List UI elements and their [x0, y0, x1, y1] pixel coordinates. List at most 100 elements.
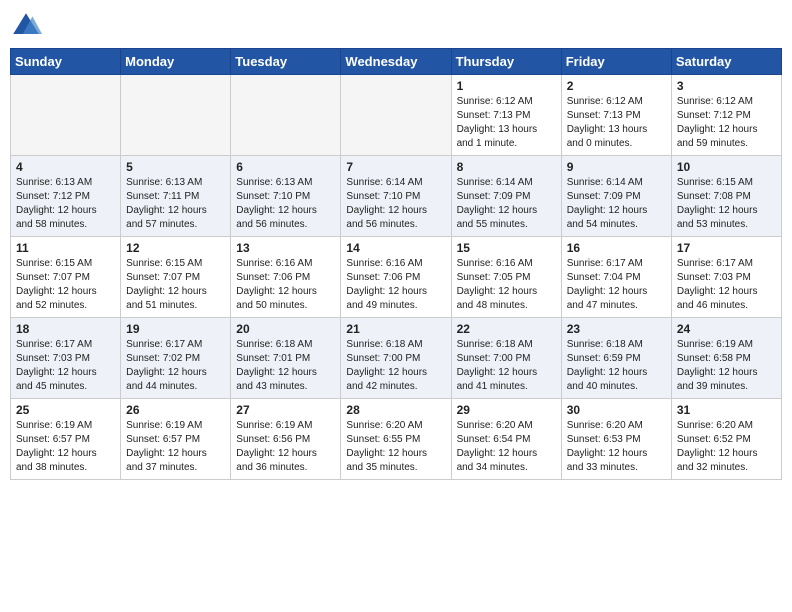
day-number: 8	[457, 160, 556, 174]
cell-content: Sunrise: 6:16 AM Sunset: 7:05 PM Dayligh…	[457, 257, 556, 313]
calendar-cell: 27 Sunrise: 6:19 AM Sunset: 6:56 PM Dayli…	[231, 399, 341, 480]
calendar-cell: 16 Sunrise: 6:17 AM Sunset: 7:04 PM Dayli…	[561, 237, 671, 318]
calendar-cell: 17 Sunrise: 6:17 AM Sunset: 7:03 PM Dayli…	[671, 237, 781, 318]
calendar-cell: 2 Sunrise: 6:12 AM Sunset: 7:13 PM Daylig…	[561, 75, 671, 156]
calendar-cell: 13 Sunrise: 6:16 AM Sunset: 7:06 PM Dayli…	[231, 237, 341, 318]
weekday-header-tuesday: Tuesday	[231, 49, 341, 75]
weekday-header-thursday: Thursday	[451, 49, 561, 75]
cell-content: Sunrise: 6:12 AM Sunset: 7:13 PM Dayligh…	[567, 95, 666, 151]
calendar-cell: 4Sunrise: 6:13 AM Sunset: 7:12 PM Daylig…	[11, 156, 121, 237]
calendar-cell: 10 Sunrise: 6:15 AM Sunset: 7:08 PM Dayli…	[671, 156, 781, 237]
cell-content: Sunrise: 6:18 AM Sunset: 7:00 PM Dayligh…	[346, 338, 445, 394]
calendar-week-2: 4Sunrise: 6:13 AM Sunset: 7:12 PM Daylig…	[11, 156, 782, 237]
calendar-cell: 11 Sunrise: 6:15 AM Sunset: 7:07 PM Dayli…	[11, 237, 121, 318]
calendar-cell: 9 Sunrise: 6:14 AM Sunset: 7:09 PM Daylig…	[561, 156, 671, 237]
cell-content: Sunrise: 6:20 AM Sunset: 6:54 PM Dayligh…	[457, 419, 556, 475]
day-number: 18	[16, 322, 115, 336]
cell-content: Sunrise: 6:19 AM Sunset: 6:57 PM Dayligh…	[16, 419, 115, 475]
cell-content: Sunrise: 6:16 AM Sunset: 7:06 PM Dayligh…	[236, 257, 335, 313]
day-number: 29	[457, 403, 556, 417]
calendar-cell: 25 Sunrise: 6:19 AM Sunset: 6:57 PM Dayli…	[11, 399, 121, 480]
day-number: 5	[126, 160, 225, 174]
calendar-table: SundayMondayTuesdayWednesdayThursdayFrid…	[10, 48, 782, 480]
calendar-cell	[231, 75, 341, 156]
cell-content: Sunrise: 6:20 AM Sunset: 6:55 PM Dayligh…	[346, 419, 445, 475]
day-number: 22	[457, 322, 556, 336]
cell-content: Sunrise: 6:17 AM Sunset: 7:02 PM Dayligh…	[126, 338, 225, 394]
calendar-cell: 12 Sunrise: 6:15 AM Sunset: 7:07 PM Dayli…	[121, 237, 231, 318]
logo	[10, 10, 46, 42]
cell-content: Sunrise: 6:17 AM Sunset: 7:04 PM Dayligh…	[567, 257, 666, 313]
calendar-cell: 15 Sunrise: 6:16 AM Sunset: 7:05 PM Dayli…	[451, 237, 561, 318]
weekday-header-row: SundayMondayTuesdayWednesdayThursdayFrid…	[11, 49, 782, 75]
day-number: 31	[677, 403, 776, 417]
cell-content: Sunrise: 6:20 AM Sunset: 6:53 PM Dayligh…	[567, 419, 666, 475]
cell-content: Sunrise: 6:15 AM Sunset: 7:08 PM Dayligh…	[677, 176, 776, 232]
cell-content: Sunrise: 6:18 AM Sunset: 6:59 PM Dayligh…	[567, 338, 666, 394]
calendar-week-1: 1 Sunrise: 6:12 AM Sunset: 7:13 PM Daylig…	[11, 75, 782, 156]
calendar-cell: 28 Sunrise: 6:20 AM Sunset: 6:55 PM Dayli…	[341, 399, 451, 480]
day-number: 4	[16, 160, 115, 174]
calendar-cell: 30 Sunrise: 6:20 AM Sunset: 6:53 PM Dayli…	[561, 399, 671, 480]
calendar-cell	[11, 75, 121, 156]
cell-content: Sunrise: 6:19 AM Sunset: 6:57 PM Dayligh…	[126, 419, 225, 475]
page-header	[10, 10, 782, 42]
calendar-cell: 22 Sunrise: 6:18 AM Sunset: 7:00 PM Dayli…	[451, 318, 561, 399]
day-number: 11	[16, 241, 115, 255]
calendar-cell: 26 Sunrise: 6:19 AM Sunset: 6:57 PM Dayli…	[121, 399, 231, 480]
calendar-cell: 8 Sunrise: 6:14 AM Sunset: 7:09 PM Daylig…	[451, 156, 561, 237]
calendar-cell: 31 Sunrise: 6:20 AM Sunset: 6:52 PM Dayli…	[671, 399, 781, 480]
calendar-cell: 5Sunrise: 6:13 AM Sunset: 7:11 PM Daylig…	[121, 156, 231, 237]
calendar-cell: 24Sunrise: 6:19 AM Sunset: 6:58 PM Dayli…	[671, 318, 781, 399]
cell-content: Sunrise: 6:20 AM Sunset: 6:52 PM Dayligh…	[677, 419, 776, 475]
day-number: 1	[457, 79, 556, 93]
day-number: 25	[16, 403, 115, 417]
day-number: 2	[567, 79, 666, 93]
calendar-cell	[121, 75, 231, 156]
calendar-week-3: 11 Sunrise: 6:15 AM Sunset: 7:07 PM Dayli…	[11, 237, 782, 318]
cell-content: Sunrise: 6:14 AM Sunset: 7:09 PM Dayligh…	[567, 176, 666, 232]
calendar-cell: 20Sunrise: 6:18 AM Sunset: 7:01 PM Dayli…	[231, 318, 341, 399]
cell-content: Sunrise: 6:15 AM Sunset: 7:07 PM Dayligh…	[126, 257, 225, 313]
day-number: 28	[346, 403, 445, 417]
calendar-week-4: 18Sunrise: 6:17 AM Sunset: 7:03 PM Dayli…	[11, 318, 782, 399]
cell-content: Sunrise: 6:17 AM Sunset: 7:03 PM Dayligh…	[677, 257, 776, 313]
day-number: 10	[677, 160, 776, 174]
weekday-header-wednesday: Wednesday	[341, 49, 451, 75]
weekday-header-saturday: Saturday	[671, 49, 781, 75]
cell-content: Sunrise: 6:18 AM Sunset: 7:00 PM Dayligh…	[457, 338, 556, 394]
day-number: 7	[346, 160, 445, 174]
day-number: 15	[457, 241, 556, 255]
day-number: 24	[677, 322, 776, 336]
cell-content: Sunrise: 6:15 AM Sunset: 7:07 PM Dayligh…	[16, 257, 115, 313]
weekday-header-monday: Monday	[121, 49, 231, 75]
day-number: 19	[126, 322, 225, 336]
day-number: 23	[567, 322, 666, 336]
calendar-cell: 21 Sunrise: 6:18 AM Sunset: 7:00 PM Dayli…	[341, 318, 451, 399]
calendar-cell: 6 Sunrise: 6:13 AM Sunset: 7:10 PM Daylig…	[231, 156, 341, 237]
cell-content: Sunrise: 6:19 AM Sunset: 6:56 PM Dayligh…	[236, 419, 335, 475]
day-number: 17	[677, 241, 776, 255]
calendar-cell: 14Sunrise: 6:16 AM Sunset: 7:06 PM Dayli…	[341, 237, 451, 318]
cell-content: Sunrise: 6:18 AM Sunset: 7:01 PM Dayligh…	[236, 338, 335, 394]
cell-content: Sunrise: 6:13 AM Sunset: 7:10 PM Dayligh…	[236, 176, 335, 232]
day-number: 13	[236, 241, 335, 255]
weekday-header-sunday: Sunday	[11, 49, 121, 75]
day-number: 6	[236, 160, 335, 174]
cell-content: Sunrise: 6:12 AM Sunset: 7:13 PM Dayligh…	[457, 95, 556, 151]
day-number: 21	[346, 322, 445, 336]
day-number: 27	[236, 403, 335, 417]
day-number: 26	[126, 403, 225, 417]
logo-icon	[10, 10, 42, 42]
day-number: 30	[567, 403, 666, 417]
calendar-cell: 19 Sunrise: 6:17 AM Sunset: 7:02 PM Dayli…	[121, 318, 231, 399]
calendar-cell: 3Sunrise: 6:12 AM Sunset: 7:12 PM Daylig…	[671, 75, 781, 156]
cell-content: Sunrise: 6:12 AM Sunset: 7:12 PM Dayligh…	[677, 95, 776, 151]
day-number: 12	[126, 241, 225, 255]
calendar-cell: 29 Sunrise: 6:20 AM Sunset: 6:54 PM Dayli…	[451, 399, 561, 480]
day-number: 16	[567, 241, 666, 255]
calendar-cell: 1 Sunrise: 6:12 AM Sunset: 7:13 PM Daylig…	[451, 75, 561, 156]
cell-content: Sunrise: 6:14 AM Sunset: 7:09 PM Dayligh…	[457, 176, 556, 232]
day-number: 9	[567, 160, 666, 174]
cell-content: Sunrise: 6:14 AM Sunset: 7:10 PM Dayligh…	[346, 176, 445, 232]
